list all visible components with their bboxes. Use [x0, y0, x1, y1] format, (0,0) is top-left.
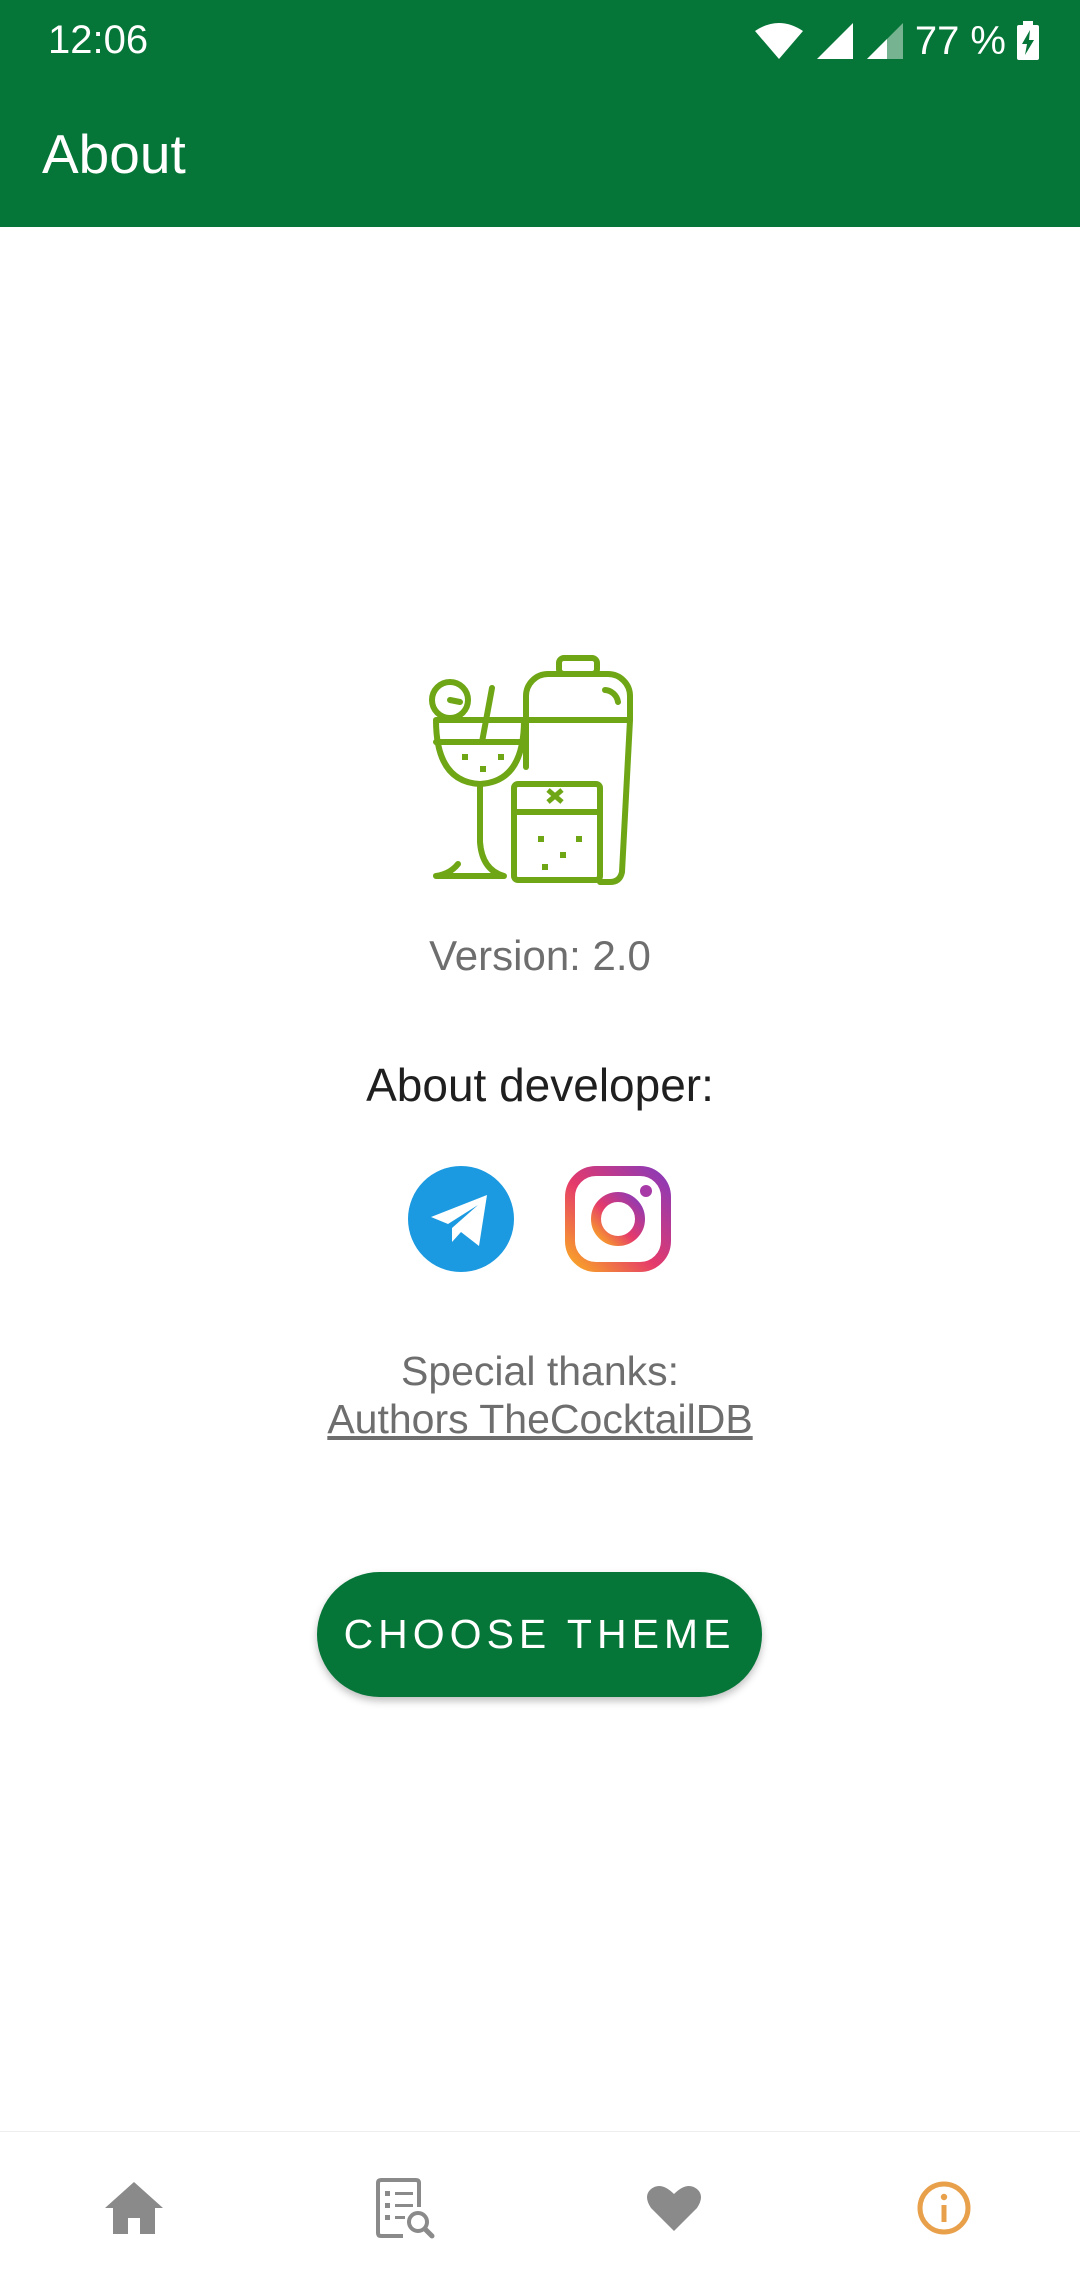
about-developer-heading: About developer: [366, 1059, 714, 1111]
status-time: 12:06 [48, 18, 149, 62]
special-thanks-label: Special thanks: [400, 1348, 680, 1394]
info-icon [917, 2181, 971, 2235]
battery-percent: 77 % [914, 18, 1006, 63]
page-title: About [42, 123, 186, 185]
battery-charging-icon [1017, 21, 1039, 60]
choose-theme-button[interactable]: CHOOSE THEME [317, 1572, 762, 1697]
nav-search[interactable] [365, 2168, 445, 2248]
signal-weak-icon [866, 23, 903, 59]
cocktail-logo-icon [429, 655, 633, 885]
heart-icon [647, 2185, 701, 2231]
search-list-icon [376, 2178, 435, 2239]
nav-favorites[interactable] [634, 2168, 714, 2248]
thecocktaildb-link[interactable]: Authors TheCocktailDB [0, 1396, 1080, 1443]
signal-icon [816, 23, 853, 59]
telegram-icon[interactable] [408, 1166, 514, 1272]
nav-home[interactable] [94, 2168, 174, 2248]
nav-about[interactable] [904, 2168, 984, 2248]
bottom-navigation [0, 2131, 1080, 2281]
status-icons: 77 % [753, 18, 1040, 64]
instagram-icon[interactable] [565, 1166, 671, 1272]
app-bar: 12:06 77 % About [0, 0, 1080, 227]
version-label: Version: 2.0 [429, 932, 651, 979]
wifi-icon [754, 23, 803, 59]
home-icon [105, 2182, 163, 2234]
